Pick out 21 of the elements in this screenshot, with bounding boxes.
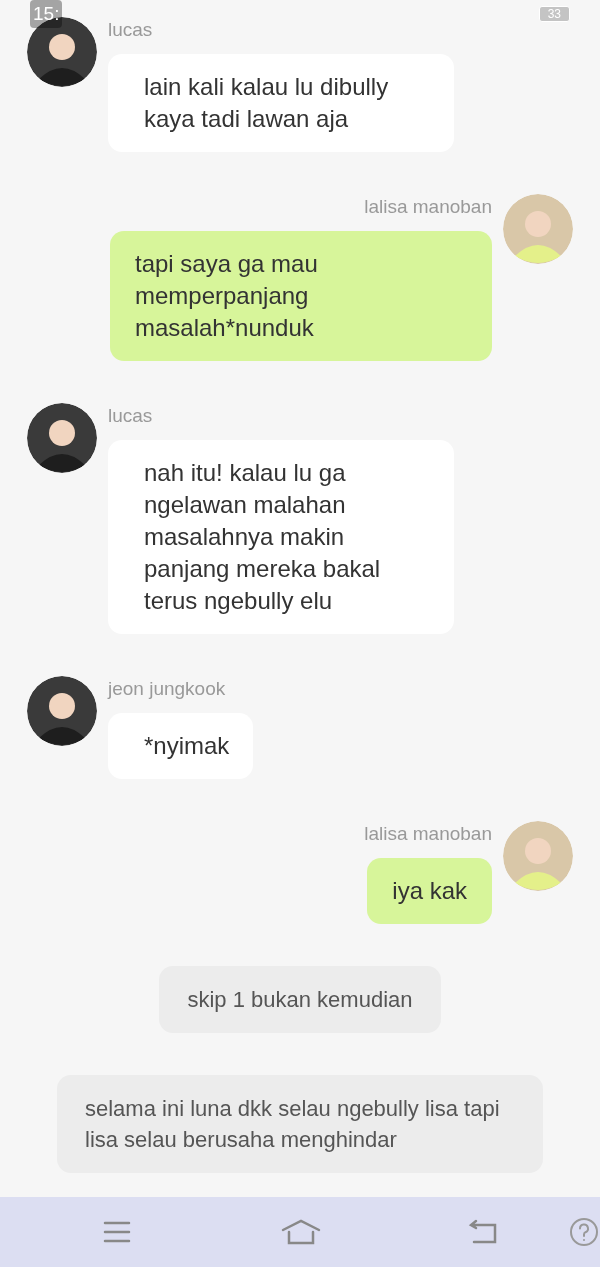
sender-name: lucas (108, 404, 153, 428)
narration-bubble: selama ini luna dkk selau ngebully lisa tapi lisa selau berusaha menghindar (57, 1075, 543, 1173)
avatar (27, 676, 97, 746)
message-bubble: lain kali kalau lu dibully kaya tadi lawan aja (108, 54, 454, 152)
sender-name: jeon jungkook (108, 677, 226, 701)
home-icon[interactable] (281, 1219, 321, 1245)
message-bubble: tapi saya ga mau memperpanjang masalah*nunduk (110, 231, 492, 361)
avatar (27, 403, 97, 473)
avatar (503, 821, 573, 891)
narration-bubble: skip 1 bukan kemudian (159, 966, 441, 1033)
sender-name: lalisa manoban (364, 195, 492, 219)
back-icon[interactable] (468, 1219, 498, 1245)
battery-indicator: 33 (538, 6, 570, 22)
menu-icon[interactable] (103, 1221, 131, 1243)
message-bubble: nah itu! kalau lu ga ngelawan malahan masalahnya makin panjang mereka bakal terus ngebully elu (108, 440, 454, 634)
sender-name: lalisa manoban (364, 822, 492, 846)
message-bubble: *nyimak (108, 713, 254, 779)
avatar (503, 194, 573, 264)
message-bubble: iya kak (367, 858, 492, 924)
help-icon[interactable] (569, 1217, 599, 1247)
sender-name: lucas (108, 18, 153, 42)
